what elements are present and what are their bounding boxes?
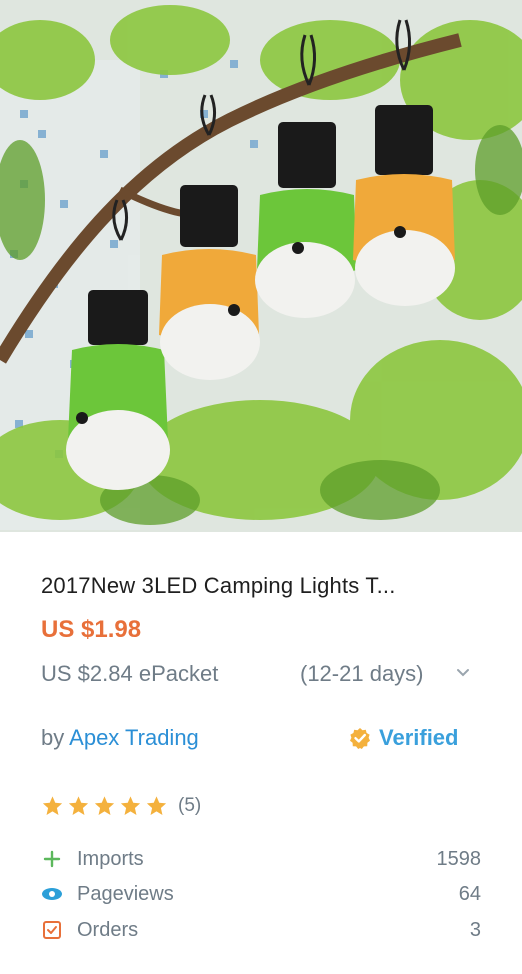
verified-label: Verified bbox=[379, 725, 459, 750]
rating-stars: (5) bbox=[41, 795, 201, 817]
product-image[interactable] bbox=[0, 0, 522, 532]
stat-imports: Imports 1598 bbox=[41, 845, 481, 873]
eye-icon bbox=[41, 883, 63, 905]
stat-pageviews: Pageviews 64 bbox=[41, 880, 481, 908]
shipping-days: (12-21 days) bbox=[300, 661, 424, 686]
stat-orders: Orders 3 bbox=[41, 916, 481, 944]
product-card[interactable]: 2017New 3LED Camping Lights T... US $1.9… bbox=[0, 0, 522, 974]
checklist-icon bbox=[41, 919, 63, 941]
shipping-price: US $2.84 ePacket bbox=[41, 661, 219, 686]
star-icon bbox=[120, 796, 141, 815]
by-label: by bbox=[41, 725, 65, 750]
plus-icon bbox=[41, 848, 63, 870]
star-icon bbox=[68, 796, 89, 815]
stat-value: 64 bbox=[458, 882, 481, 905]
stat-label: Orders bbox=[77, 918, 139, 941]
seller-link[interactable]: Apex Trading bbox=[69, 725, 199, 750]
stat-value: 1598 bbox=[436, 847, 482, 870]
star-icon bbox=[94, 796, 115, 815]
stat-value: 3 bbox=[469, 918, 481, 941]
check-badge-icon bbox=[350, 728, 370, 749]
seller-line: by Apex Trading bbox=[41, 725, 199, 751]
stat-label: Imports bbox=[77, 847, 144, 870]
product-title[interactable]: 2017New 3LED Camping Lights T... bbox=[41, 573, 396, 599]
stat-label: Pageviews bbox=[77, 882, 174, 905]
product-price: US $1.98 bbox=[41, 616, 142, 643]
chevron-down-icon[interactable] bbox=[456, 668, 470, 678]
star-icon bbox=[42, 796, 63, 815]
star-icon bbox=[146, 796, 167, 815]
rating-count: (5) bbox=[178, 795, 202, 816]
verified-badge: Verified bbox=[349, 725, 458, 751]
